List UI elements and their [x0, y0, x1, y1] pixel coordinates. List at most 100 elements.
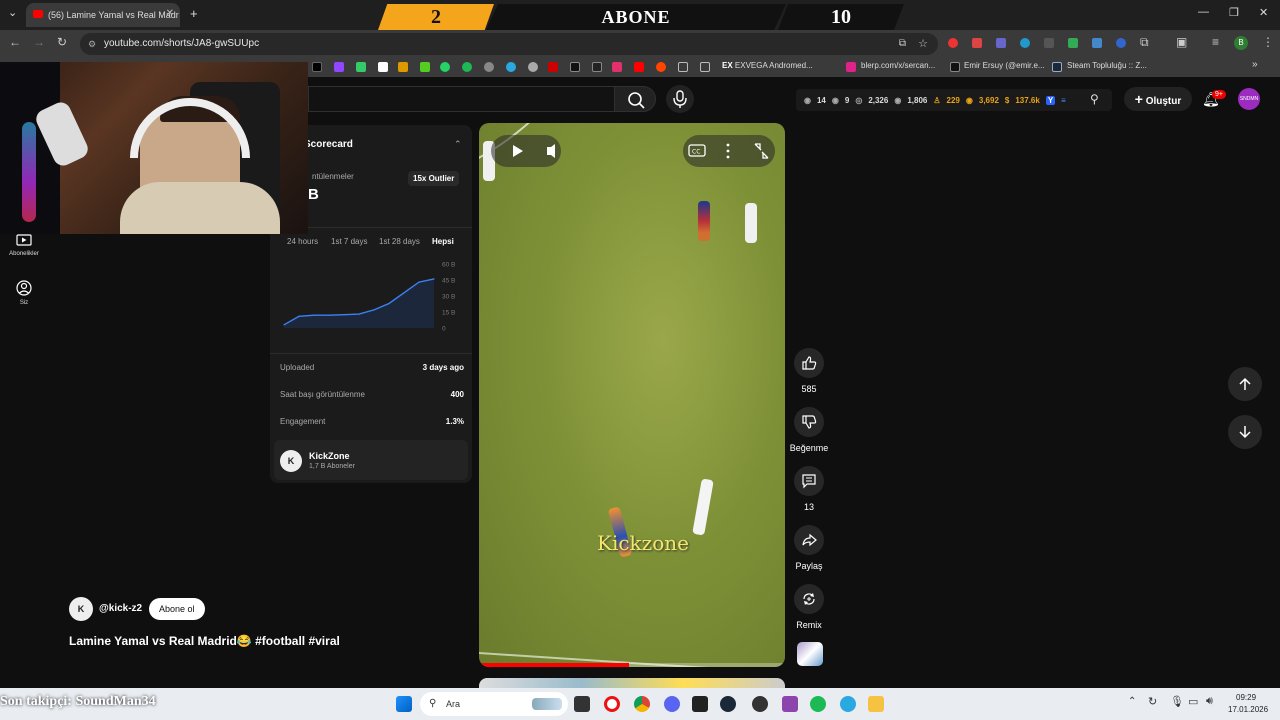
reddit-bookmark-icon[interactable]: [656, 62, 666, 72]
extension-3-icon[interactable]: [996, 38, 1006, 48]
tab-first-28-days[interactable]: 1st 28 days: [379, 237, 420, 246]
forward-icon[interactable]: →: [33, 35, 45, 49]
more-bookmarks-icon[interactable]: »: [1252, 59, 1258, 70]
spotify-icon[interactable]: [810, 696, 826, 712]
new-tab-icon[interactable]: +: [190, 6, 198, 21]
previous-short-button[interactable]: [1228, 367, 1262, 401]
bookmark-exvega[interactable]: EX EXVEGA Andromed...: [722, 61, 813, 70]
obs-icon[interactable]: [752, 696, 768, 712]
chrome-icon[interactable]: [634, 696, 650, 712]
channel-card[interactable]: K KickZone 1,7 B Aboneler: [274, 440, 468, 480]
tab-24-hours[interactable]: 24 hours: [287, 237, 318, 246]
voice-search-button[interactable]: [666, 85, 694, 113]
opera-icon[interactable]: [604, 696, 620, 712]
volume-tray-icon[interactable]: 🔊︎: [1206, 695, 1213, 708]
bookmark-4-icon[interactable]: [378, 62, 388, 72]
bookmark-12-icon[interactable]: [548, 62, 558, 72]
tray-app-icon[interactable]: ↻: [1148, 695, 1157, 708]
profile-avatar[interactable]: B: [1234, 36, 1248, 50]
search-button[interactable]: [614, 86, 656, 112]
address-bar[interactable]: ⚙ youtube.com/shorts/JA8-gwSUUpc ⧉ ☆: [80, 33, 938, 55]
subscribe-button[interactable]: Abone ol: [149, 598, 205, 620]
progress-track[interactable]: [479, 663, 785, 667]
x-bookmark-icon[interactable]: [312, 62, 322, 72]
twitch-bookmark-icon[interactable]: [334, 62, 344, 72]
bookmark-14-icon[interactable]: [592, 62, 602, 72]
browser-menu-icon[interactable]: ⋮: [1262, 35, 1274, 49]
windows-start-icon[interactable]: [396, 696, 412, 712]
remix-button[interactable]: Remix: [789, 584, 829, 630]
steam-bookmark-icon[interactable]: [1052, 62, 1062, 72]
bookmark-emir[interactable]: Emir Ersuy (@emir.e...: [964, 61, 1045, 70]
tiktok-emir-icon[interactable]: [950, 62, 960, 72]
settings-app-icon[interactable]: [840, 696, 856, 712]
network-icon[interactable]: ▭: [1188, 695, 1198, 708]
extension-7-icon[interactable]: [1092, 38, 1102, 48]
whatsapp-bookmark-icon[interactable]: [440, 62, 450, 72]
extension-2-icon[interactable]: [972, 38, 982, 48]
channel-handle[interactable]: @kick-z2: [99, 603, 142, 614]
discord-icon[interactable]: [664, 696, 680, 712]
blerp-bookmark-icon[interactable]: [846, 62, 856, 72]
epic-games-icon[interactable]: [692, 696, 708, 712]
sidebar-item-subscriptions[interactable]: Abonelikler: [0, 233, 48, 257]
extension-8-icon[interactable]: [1116, 38, 1126, 48]
minimize-icon[interactable]: —: [1198, 6, 1209, 18]
comments-button[interactable]: 13: [789, 466, 829, 512]
like-button[interactable]: 585: [789, 348, 829, 394]
close-tab-icon[interactable]: ✕: [166, 8, 174, 19]
spotify-bookmark-icon[interactable]: [462, 62, 472, 72]
tiktok-bookmark-icon[interactable]: [570, 62, 580, 72]
kick-bookmark-icon[interactable]: [420, 62, 430, 72]
bookmark-blerp[interactable]: blerp.com/x/sercan...: [861, 61, 935, 70]
folder-1-icon[interactable]: [678, 62, 688, 72]
channel-avatar-small[interactable]: K: [69, 597, 93, 621]
share-button[interactable]: Paylaş: [789, 525, 829, 571]
extension-6-icon[interactable]: [1068, 38, 1078, 48]
close-window-icon[interactable]: ✕: [1259, 6, 1268, 19]
task-view-icon[interactable]: [574, 696, 590, 712]
bookmark-star-icon[interactable]: ☆: [918, 33, 928, 55]
file-explorer-icon[interactable]: [868, 696, 884, 712]
extension-4-icon[interactable]: [1020, 38, 1030, 48]
account-avatar[interactable]: SNDMN: [1238, 88, 1260, 110]
youtube-bookmark-icon[interactable]: [634, 62, 644, 72]
maximize-icon[interactable]: ❐: [1229, 6, 1239, 19]
sidebar-item-you[interactable]: Siz: [0, 280, 48, 306]
tab-list-icon[interactable]: ⌄: [8, 6, 17, 19]
dislike-button[interactable]: Beğenme: [789, 407, 829, 453]
steam-icon[interactable]: [720, 696, 736, 712]
bookmark-steam[interactable]: Steam Topluluğu :: Z...: [1067, 61, 1147, 70]
search-input[interactable]: [308, 86, 614, 112]
bookmark-10-icon[interactable]: [506, 62, 516, 72]
folder-2-icon[interactable]: [700, 62, 710, 72]
back-icon[interactable]: ←: [9, 35, 21, 49]
sound-thumbnail[interactable]: [797, 642, 823, 666]
reload-icon[interactable]: ↻: [57, 35, 67, 49]
app-purple-icon[interactable]: [782, 696, 798, 712]
tab-first-7-days[interactable]: 1st 7 days: [331, 237, 367, 246]
instagram-bookmark-icon[interactable]: [612, 62, 622, 72]
bookmark-9-icon[interactable]: [484, 62, 494, 72]
extension-5-icon[interactable]: [1044, 38, 1054, 48]
bookmark-5-icon[interactable]: [398, 62, 408, 72]
bookmark-3-icon[interactable]: [356, 62, 366, 72]
browser-tab[interactable]: (56) Lamine Yamal vs Real Madr ✕: [26, 3, 180, 27]
create-button[interactable]: + Oluştur: [1124, 87, 1192, 111]
extensions-icon[interactable]: ⧉: [1140, 35, 1149, 50]
collapse-chevron-icon[interactable]: ⌃: [454, 139, 462, 150]
tab-search-icon[interactable]: ▣: [1176, 35, 1187, 49]
taskbar-search[interactable]: ⚲ Ara: [420, 692, 568, 716]
next-short-button[interactable]: [1228, 415, 1262, 449]
clock-time[interactable]: 09:29: [1236, 693, 1256, 702]
tray-mic-icon[interactable]: 🎙︎: [1170, 695, 1184, 708]
site-info-icon[interactable]: ⚙: [88, 33, 96, 55]
cast-icon[interactable]: ⧉: [899, 33, 906, 55]
filter-icon[interactable]: ⚲: [1090, 92, 1099, 106]
media-controls-icon[interactable]: ≡: [1212, 35, 1219, 49]
extension-1-icon[interactable]: [948, 38, 958, 48]
tab-all[interactable]: Hepsi: [432, 237, 454, 246]
bookmark-11-icon[interactable]: [528, 62, 538, 72]
shorts-video-player[interactable]: Kickzone CC: [479, 123, 785, 667]
clock-date[interactable]: 17.01.2026: [1228, 705, 1268, 714]
